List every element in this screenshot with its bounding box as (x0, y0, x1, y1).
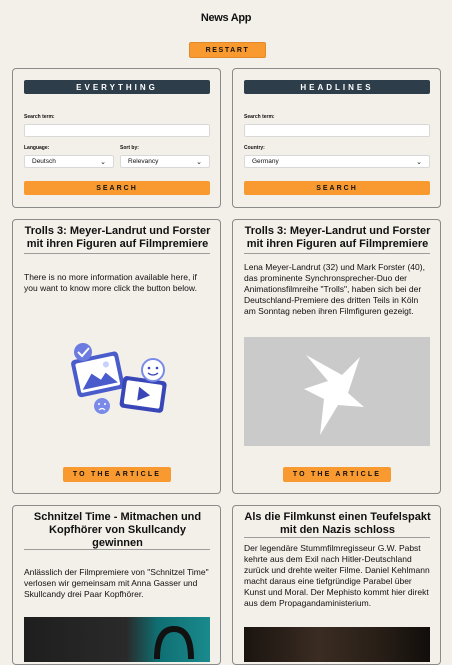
article-title: Trolls 3: Meyer-Landrut und Forster mit … (24, 225, 211, 250)
sort-by-value: Relevancy (128, 158, 159, 165)
everything-search-button[interactable]: SEARCH (24, 181, 210, 195)
broken-image-star-icon (304, 355, 364, 435)
article-card: Trolls 3: Meyer-Landrut und Forster mit … (12, 219, 221, 494)
headlines-panel: HEADLINES Search term: Country: Germany … (232, 68, 441, 208)
country-label: Country: (244, 145, 265, 151)
media-illustration (71, 343, 167, 414)
title-divider (244, 253, 430, 254)
title-divider (24, 253, 210, 254)
article-image (244, 627, 430, 662)
article-title: Als die Filmkunst einen Teufelspakt mit … (244, 511, 431, 536)
article-title: Schnitzel Time - Mitmachen und Kopfhörer… (33, 511, 202, 549)
language-label: Language: (24, 145, 50, 151)
headphones-graphic (154, 625, 194, 660)
headlines-heading: HEADLINES (244, 80, 430, 94)
to-the-article-button[interactable]: TO THE ARTICLE (283, 467, 391, 482)
country-select[interactable]: Germany ⌄ (244, 155, 430, 168)
chevron-down-icon: ⌄ (416, 158, 422, 166)
article-description: Anlässlich der Filmpremiere von "Schnitz… (24, 567, 209, 599)
chevron-down-icon: ⌄ (196, 158, 202, 166)
title-divider (244, 537, 430, 538)
search-term-label: Search term: (24, 114, 55, 120)
to-the-article-button[interactable]: TO THE ARTICLE (63, 467, 171, 482)
country-value: Germany (252, 158, 279, 165)
language-value: Deutsch (32, 158, 56, 165)
everything-panel: EVERYTHING Search term: Language: Deutsc… (12, 68, 221, 208)
article-card: Trolls 3: Meyer-Landrut und Forster mit … (232, 219, 441, 494)
search-term-label: Search term: (244, 114, 275, 120)
headlines-search-button[interactable]: SEARCH (244, 181, 430, 195)
chevron-down-icon: ⌄ (100, 158, 106, 166)
language-select[interactable]: Deutsch ⌄ (24, 155, 114, 168)
sort-by-select[interactable]: Relevancy ⌄ (120, 155, 210, 168)
article-description: Lena Meyer-Landrut (32) und Mark Forster… (244, 262, 425, 316)
restart-button[interactable]: RESTART (189, 42, 266, 58)
article-description: There is no more information available h… (24, 272, 197, 293)
article-image (244, 337, 430, 446)
everything-heading: EVERYTHING (24, 80, 210, 94)
article-card: Als die Filmkunst einen Teufelspakt mit … (232, 505, 441, 665)
headlines-search-input[interactable] (244, 124, 430, 137)
article-title: Trolls 3: Meyer-Landrut und Forster mit … (244, 225, 431, 250)
everything-search-input[interactable] (24, 124, 210, 137)
sort-by-label: Sort by: (120, 145, 139, 151)
article-card: Schnitzel Time - Mitmachen und Kopfhörer… (12, 505, 221, 665)
title-divider (24, 549, 210, 550)
article-description: Der legendäre Stummfilmregisseur G.W. Pa… (244, 543, 430, 608)
app-title: News App (200, 12, 252, 24)
article-image (24, 617, 210, 662)
